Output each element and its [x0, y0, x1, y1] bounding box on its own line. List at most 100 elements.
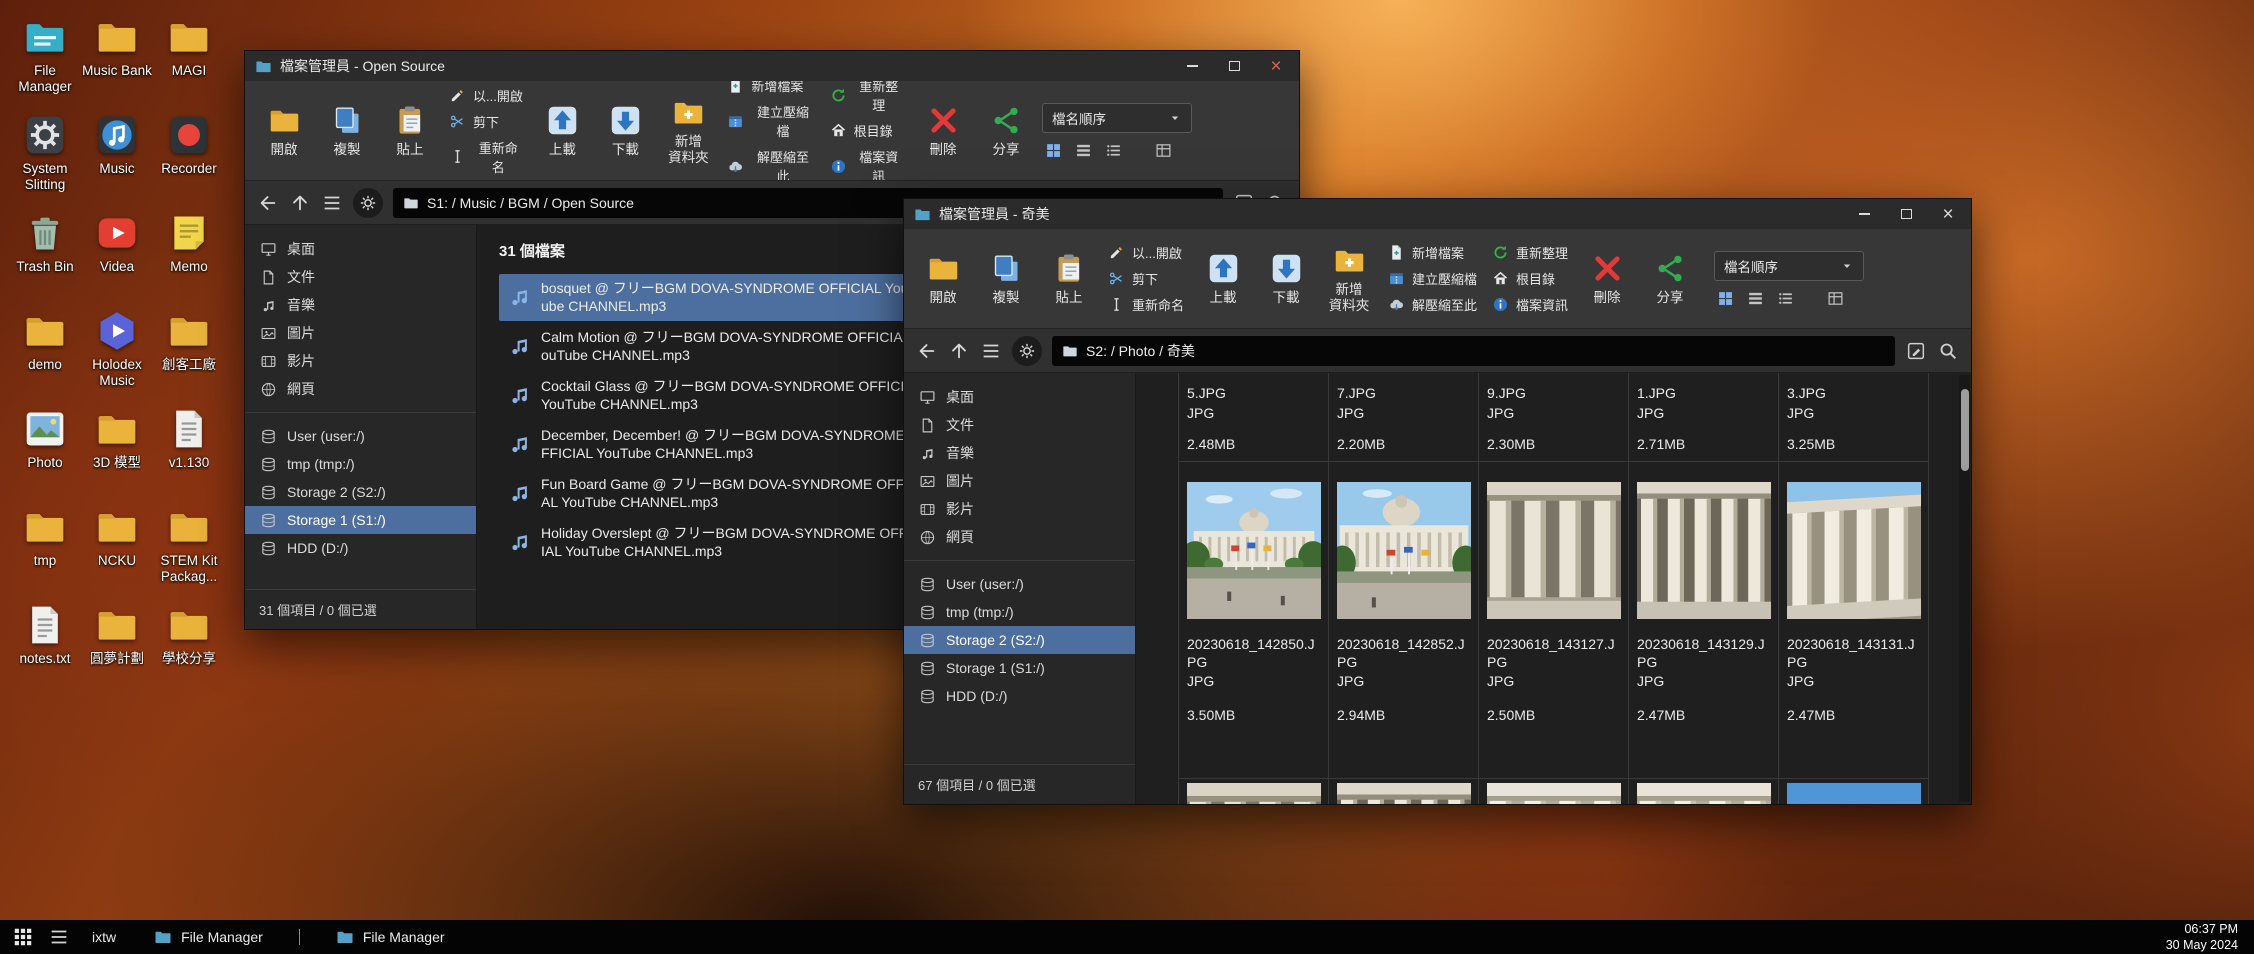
desktop-icon-item-11[interactable]: 創客工廠 — [154, 304, 224, 400]
desktop-icon-photo[interactable]: Photo — [10, 402, 80, 498]
close-button[interactable]: × — [1927, 199, 1969, 229]
rename-button[interactable]: 重新命名 — [446, 137, 526, 177]
file-cell[interactable] — [1328, 778, 1479, 804]
desktop-icon-item-19[interactable]: 圓夢計劃 — [82, 598, 152, 694]
sidebar-item-video[interactable]: 影片 — [904, 495, 1135, 523]
open-with-button[interactable]: 以...開啟 — [1105, 242, 1187, 263]
file-cell[interactable] — [1778, 778, 1929, 804]
file-row[interactable]: bosquet @ フリーBGM DOVA-SYNDROME OFFICIAL … — [499, 274, 939, 321]
back-button[interactable] — [257, 192, 279, 214]
desktop-icon-music-bank[interactable]: Music Bank — [82, 10, 152, 106]
file-cell[interactable]: 20230618_143131.JPGJPG2.47MB — [1778, 461, 1929, 779]
settings-button[interactable] — [1012, 336, 1042, 366]
sidebar-item-image[interactable]: 圖片 — [245, 319, 476, 347]
desktop-icon-videa[interactable]: Videa — [82, 206, 152, 302]
list-view-button[interactable] — [1075, 142, 1092, 159]
upload-button[interactable]: 上載 — [1196, 233, 1250, 324]
refresh-button[interactable]: 重新整理 — [827, 81, 907, 115]
sort-dropdown[interactable]: 檔名順序 — [1042, 103, 1192, 133]
file-cell-partial[interactable]: 1.JPGJPG2.71MB — [1628, 373, 1779, 462]
file-row[interactable]: Calm Motion @ フリーBGM DOVA-SYNDROME OFFIC… — [499, 323, 939, 370]
file-info-button[interactable]: 檔案資訊 — [1489, 294, 1571, 315]
titlebar[interactable]: 檔案管理員 - 奇美 × — [904, 199, 1971, 229]
open-with-button[interactable]: 以...開啟 — [446, 85, 526, 106]
sidebar-item-desktop[interactable]: 桌面 — [904, 383, 1135, 411]
sidebar-item-video[interactable]: 影片 — [245, 347, 476, 375]
download-button[interactable]: 下載 — [1259, 233, 1313, 324]
back-button[interactable] — [916, 340, 938, 362]
file-cell-partial[interactable]: 9.JPGJPG2.30MB — [1478, 373, 1629, 462]
task-button-file-manager-1[interactable]: File Manager — [320, 920, 461, 954]
share-button[interactable]: 分享 — [1643, 233, 1697, 324]
desktop-icon-item-20[interactable]: 學校分享 — [154, 598, 224, 694]
desktop-icon-memo[interactable]: Memo — [154, 206, 224, 302]
up-button[interactable] — [948, 340, 970, 362]
maximize-button[interactable] — [1213, 51, 1255, 81]
file-cell[interactable]: 20230618_143127.JPGJPG2.50MB — [1478, 461, 1629, 779]
desktop-icon-trash-bin[interactable]: Trash Bin — [10, 206, 80, 302]
cut-button[interactable]: 剪下 — [446, 111, 526, 132]
sidebar-item-image[interactable]: 圖片 — [904, 467, 1135, 495]
close-button[interactable]: × — [1255, 51, 1297, 81]
app-launcher-button[interactable] — [12, 926, 34, 948]
copy-button[interactable]: 複製 — [320, 85, 374, 176]
new-file-button[interactable]: 新增檔案 — [1385, 242, 1480, 263]
file-row[interactable]: December, December! @ フリーBGM DOVA-SYNDRO… — [499, 421, 939, 468]
new-folder-button[interactable]: 新增 資料夾 — [1322, 233, 1376, 324]
desktop-icon-3d[interactable]: 3D 模型 — [82, 402, 152, 498]
desktop-icon-music[interactable]: Music — [82, 108, 152, 204]
compact-view-button[interactable] — [1777, 290, 1794, 307]
sidebar-item-device-hdd-d[interactable]: HDD (D:/) — [245, 534, 476, 562]
root-button[interactable]: 根目錄 — [827, 120, 907, 141]
up-button[interactable] — [289, 192, 311, 214]
desktop-icon-v1-130[interactable]: v1.130 — [154, 402, 224, 498]
settings-button[interactable] — [353, 188, 383, 218]
compact-view-button[interactable] — [1105, 142, 1122, 159]
create-archive-button[interactable]: 建立壓縮檔 — [1385, 268, 1480, 289]
sort-dropdown[interactable]: 檔名順序 — [1714, 251, 1864, 281]
file-info-button[interactable]: 檔案資訊 — [827, 146, 907, 181]
delete-button[interactable]: 刪除 — [1580, 233, 1634, 324]
file-cell[interactable] — [1478, 778, 1629, 804]
sidebar-item-device-tmp-tmp[interactable]: tmp (tmp:/) — [245, 450, 476, 478]
workspace-label[interactable]: ixtw — [92, 929, 116, 945]
root-button[interactable]: 根目錄 — [1489, 268, 1571, 289]
sidebar-item-document[interactable]: 文件 — [904, 411, 1135, 439]
file-cell-partial[interactable]: 3.JPGJPG3.25MB — [1778, 373, 1929, 462]
sidebar-item-device-storage-2-s2[interactable]: Storage 2 (S2:/) — [245, 478, 476, 506]
download-button[interactable]: 下載 — [598, 85, 652, 176]
desktop-icon-holodex-music[interactable]: Holodex Music — [82, 304, 152, 400]
file-cell-partial[interactable]: 5.JPGJPG2.48MB — [1178, 373, 1329, 462]
detail-view-button[interactable] — [1155, 142, 1172, 159]
desktop-icon-file-manager[interactable]: File Manager — [10, 10, 80, 106]
menu-button[interactable] — [980, 340, 1002, 362]
open-button[interactable]: 開啟 — [257, 85, 311, 176]
sidebar-item-desktop[interactable]: 桌面 — [245, 235, 476, 263]
file-cell[interactable]: 20230618_142850.JPGJPG3.50MB — [1178, 461, 1329, 779]
menu-button[interactable] — [321, 192, 343, 214]
desktop-icon-stem-kit-packag[interactable]: STEM Kit Packag... — [154, 500, 224, 596]
upload-button[interactable]: 上載 — [535, 85, 589, 176]
titlebar[interactable]: 檔案管理員 - Open Source × — [245, 51, 1299, 81]
sidebar-item-device-storage-1-s1[interactable]: Storage 1 (S1:/) — [245, 506, 476, 534]
sidebar-item-music[interactable]: 音樂 — [904, 439, 1135, 467]
window-list-button[interactable] — [48, 926, 70, 948]
grid-view-button[interactable] — [1045, 142, 1062, 159]
desktop-icon-notes-txt[interactable]: notes.txt — [10, 598, 80, 694]
sidebar-item-device-hdd-d[interactable]: HDD (D:/) — [904, 682, 1135, 710]
scrollbar-track[interactable] — [1959, 375, 1970, 802]
task-button-file-manager-0[interactable]: File Manager — [138, 920, 279, 954]
copy-button[interactable]: 複製 — [979, 233, 1033, 324]
file-cell[interactable] — [1178, 778, 1329, 804]
maximize-button[interactable] — [1885, 199, 1927, 229]
sidebar-item-document[interactable]: 文件 — [245, 263, 476, 291]
new-folder-button[interactable]: 新增 資料夾 — [661, 85, 715, 176]
paste-button[interactable]: 貼上 — [383, 85, 437, 176]
new-file-button[interactable]: 新增檔案 — [724, 81, 817, 96]
paste-button[interactable]: 貼上 — [1042, 233, 1096, 324]
sidebar-item-web[interactable]: 網頁 — [904, 523, 1135, 551]
extract-here-button[interactable]: 解壓縮至此 — [1385, 294, 1480, 315]
create-archive-button[interactable]: 建立壓縮檔 — [724, 101, 817, 141]
detail-view-button[interactable] — [1827, 290, 1844, 307]
sidebar-item-music[interactable]: 音樂 — [245, 291, 476, 319]
